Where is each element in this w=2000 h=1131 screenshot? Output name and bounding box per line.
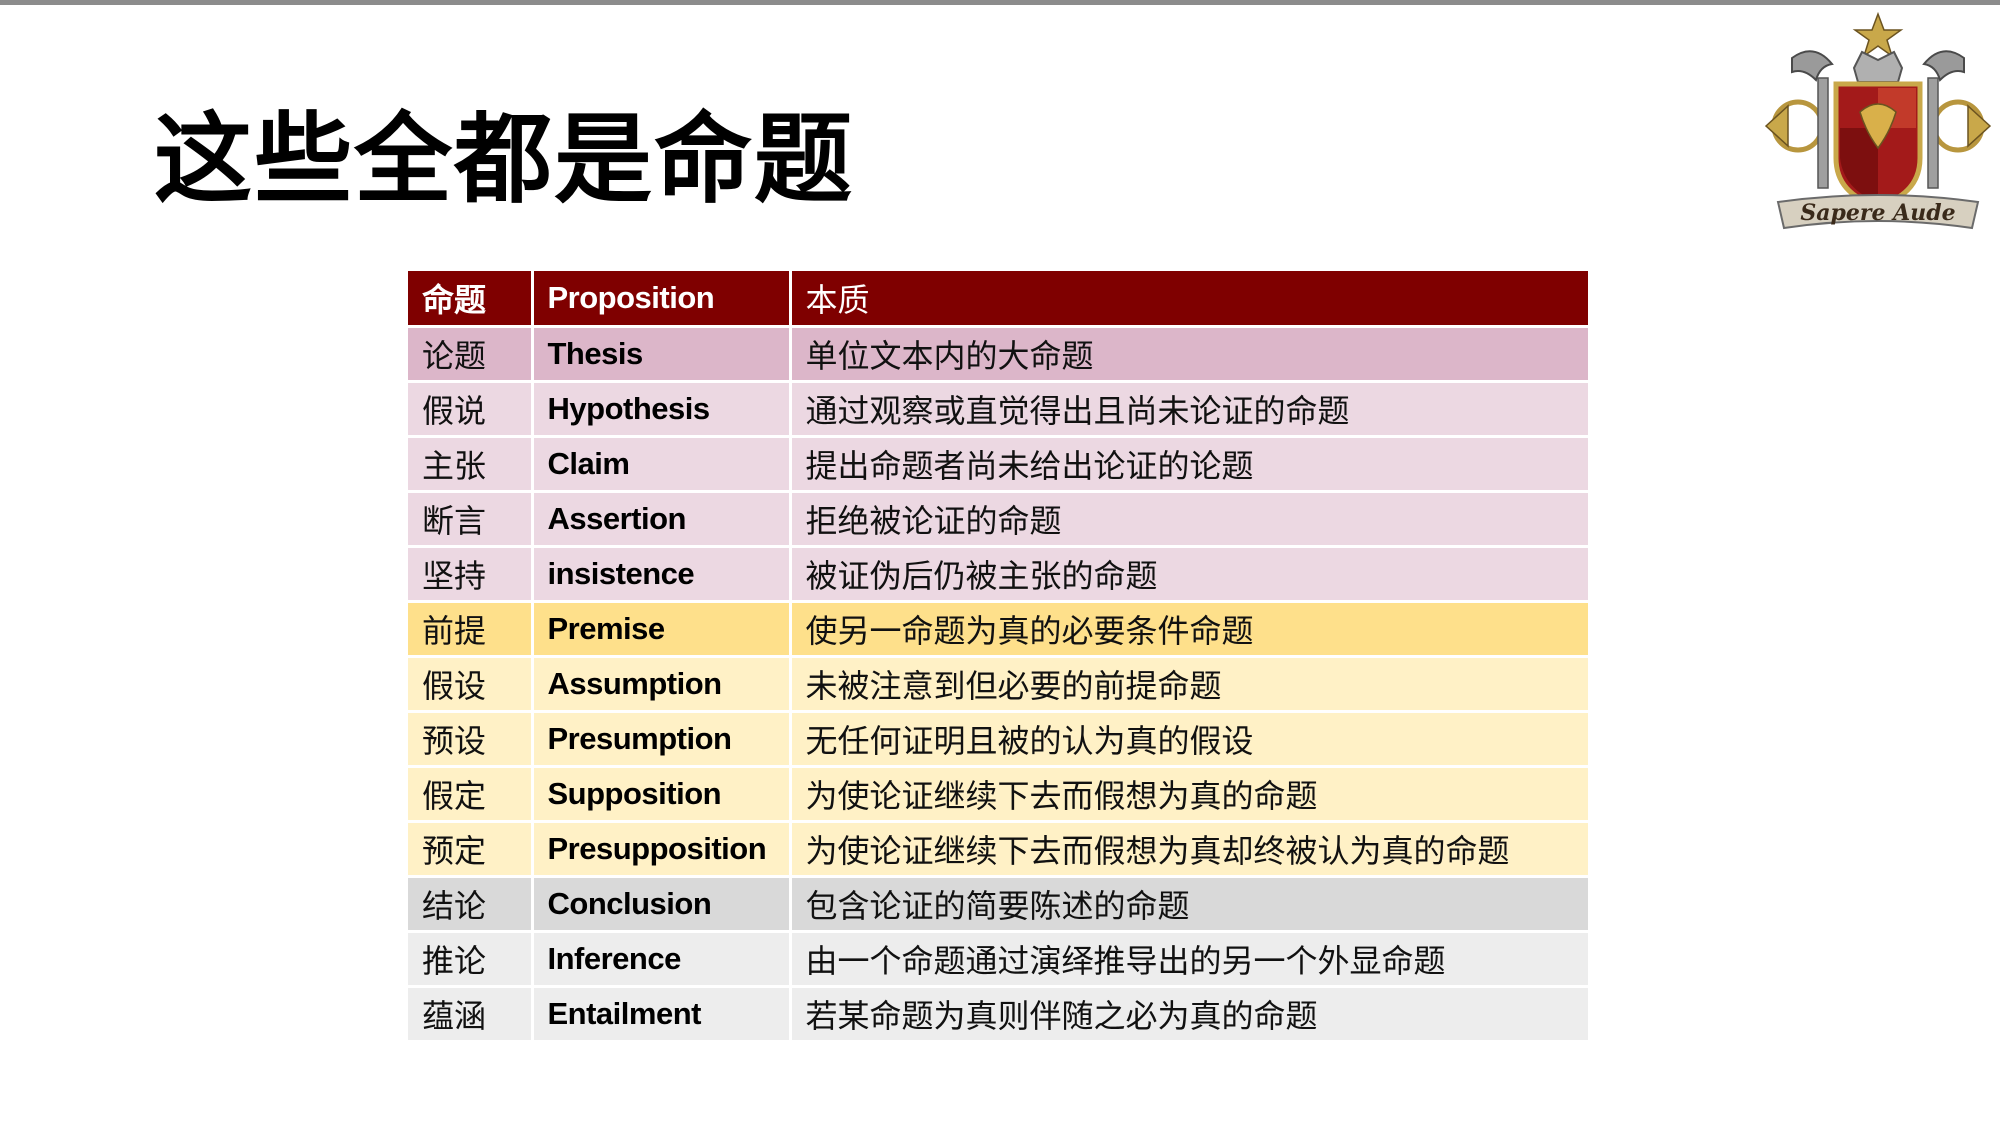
table-row: 论题 Thesis 单位文本内的大命题 [408, 326, 1588, 383]
cell-desc: 单位文本内的大命题 [790, 326, 1588, 383]
cell-en: Hypothesis [532, 381, 792, 438]
cell-desc: 若某命题为真则伴随之必为真的命题 [790, 986, 1588, 1043]
table-row: 主张 Claim 提出命题者尚未给出论证的论题 [408, 436, 1588, 493]
cell-desc: 通过观察或直觉得出且尚未论证的命题 [790, 381, 1588, 438]
table-row: 预设 Presumption 无任何证明且被的认为真的假设 [408, 711, 1588, 768]
table-row: 蕴涵 Entailment 若某命题为真则伴随之必为真的命题 [408, 986, 1588, 1043]
cell-en: insistence [532, 546, 792, 603]
cell-desc: 为使论证继续下去而假想为真却终被认为真的命题 [790, 821, 1588, 878]
cell-desc: 由一个命题通过演绎推导出的另一个外显命题 [790, 931, 1588, 988]
cell-en: Inference [532, 931, 792, 988]
table-row: 假定 Supposition 为使论证继续下去而假想为真的命题 [408, 766, 1588, 823]
cell-en: Conclusion [532, 876, 792, 933]
cell-zh: 结论 [408, 876, 534, 933]
cell-desc: 为使论证继续下去而假想为真的命题 [790, 766, 1588, 823]
cell-zh: 假说 [408, 381, 534, 438]
header-cell-zh: 命题 [408, 271, 534, 328]
table-row: 坚持 insistence 被证伪后仍被主张的命题 [408, 546, 1588, 603]
header-cell-essence: 本质 [790, 271, 1588, 328]
top-divider [0, 0, 2000, 5]
table-row: 断言 Assertion 拒绝被论证的命题 [408, 491, 1588, 548]
cell-desc: 包含论证的简要陈述的命题 [790, 876, 1588, 933]
cell-en: Premise [532, 601, 792, 658]
cell-zh: 推论 [408, 931, 534, 988]
cell-en: Presupposition [532, 821, 792, 878]
cell-zh: 前提 [408, 601, 534, 658]
table-row: 预定 Presupposition 为使论证继续下去而假想为真却终被认为真的命题 [408, 821, 1588, 878]
cell-en: Presumption [532, 711, 792, 768]
svg-text:Sapere Aude: Sapere Aude [1800, 200, 1955, 226]
slide-title: 这些全都是命题 [154, 103, 855, 217]
table-row: 前提 Premise 使另一命题为真的必要条件命题 [408, 601, 1588, 658]
cell-zh: 蕴涵 [408, 986, 534, 1043]
proposition-table: 命题 Proposition 本质 论题 Thesis 单位文本内的大命题 假说… [408, 271, 1588, 1043]
table-row: 假说 Hypothesis 通过观察或直觉得出且尚未论证的命题 [408, 381, 1588, 438]
cell-zh: 论题 [408, 326, 534, 383]
table-header-row: 命题 Proposition 本质 [408, 271, 1588, 328]
cell-zh: 假设 [408, 656, 534, 713]
cell-zh: 预设 [408, 711, 534, 768]
cell-en: Thesis [532, 326, 792, 383]
slide: 这些全都是命题 Sapere Aude 命题 Proposition 本质 论题… [0, 0, 2000, 1131]
cell-zh: 主张 [408, 436, 534, 493]
heraldic-crest-icon: Sapere Aude [1758, 8, 1998, 240]
cell-desc: 使另一命题为真的必要条件命题 [790, 601, 1588, 658]
cell-zh: 坚持 [408, 546, 534, 603]
cell-zh: 假定 [408, 766, 534, 823]
cell-en: Assumption [532, 656, 792, 713]
table-row: 假设 Assumption 未被注意到但必要的前提命题 [408, 656, 1588, 713]
cell-desc: 未被注意到但必要的前提命题 [790, 656, 1588, 713]
cell-en: Entailment [532, 986, 792, 1043]
cell-en: Assertion [532, 491, 792, 548]
cell-desc: 被证伪后仍被主张的命题 [790, 546, 1588, 603]
table-row: 结论 Conclusion 包含论证的简要陈述的命题 [408, 876, 1588, 933]
table-row: 推论 Inference 由一个命题通过演绎推导出的另一个外显命题 [408, 931, 1588, 988]
cell-desc: 拒绝被论证的命题 [790, 491, 1588, 548]
cell-en: Claim [532, 436, 792, 493]
cell-desc: 无任何证明且被的认为真的假设 [790, 711, 1588, 768]
header-cell-en: Proposition [532, 271, 792, 328]
cell-desc: 提出命题者尚未给出论证的论题 [790, 436, 1588, 493]
cell-en: Supposition [532, 766, 792, 823]
cell-zh: 断言 [408, 491, 534, 548]
cell-zh: 预定 [408, 821, 534, 878]
